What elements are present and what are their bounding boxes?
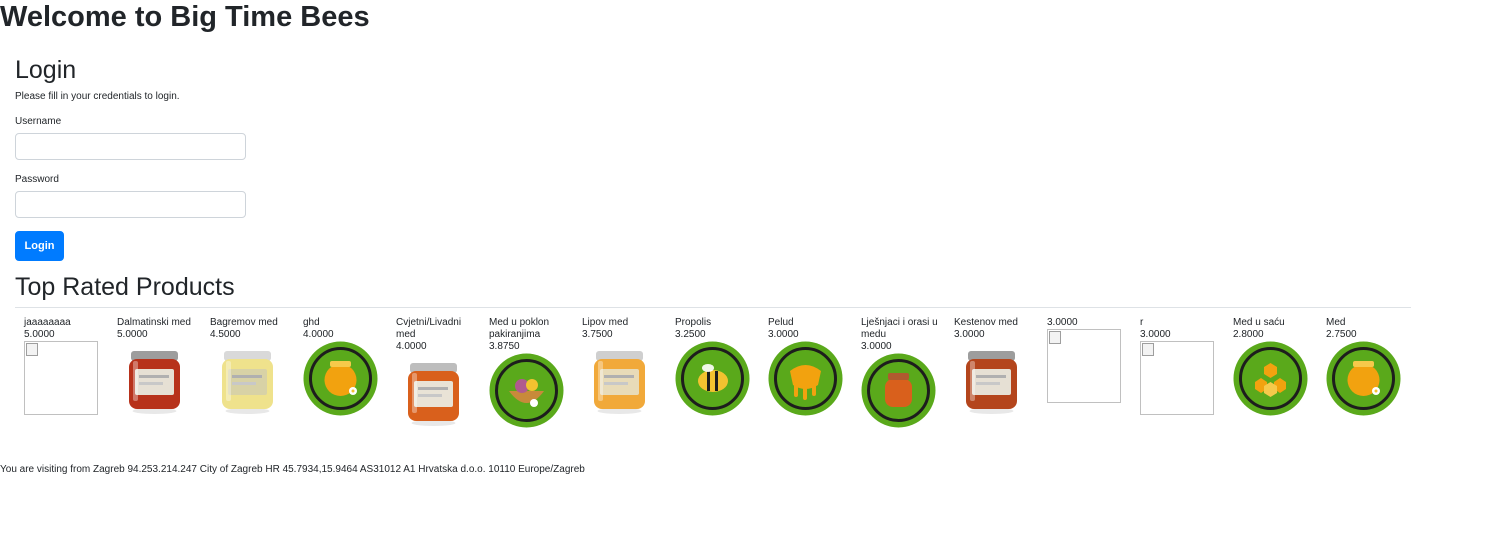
product-rating: 3.8750 [489, 341, 520, 352]
product-card[interactable]: Lipov med 3.7500 [582, 317, 662, 416]
product-card[interactable]: 3.0000 [1047, 317, 1127, 403]
login-header: Login Please fill in your credentials to… [15, 54, 315, 104]
password-input[interactable] [15, 191, 246, 218]
product-card[interactable]: Lješnjaci i orasi u medu 3.0000 [861, 317, 941, 428]
product-name: jaaaaaaaa [24, 317, 71, 328]
product-rating: 3.0000 [954, 329, 985, 340]
product-rating: 5.0000 [117, 329, 148, 340]
product-card[interactable]: Bagremov med 4.5000 [210, 317, 290, 416]
visitor-info: You are visiting from Zagreb 94.253.214.… [0, 464, 585, 475]
product-card[interactable]: Dalmatinski med 5.0000 [117, 317, 197, 416]
product-image[interactable] [675, 341, 750, 416]
product-rating: 3.0000 [861, 341, 892, 352]
product-name: Pelud [768, 317, 794, 328]
product-image[interactable] [768, 341, 843, 416]
site-title: Welcome to Big Time Bees [0, 1, 370, 33]
broken-image-icon[interactable] [1047, 329, 1121, 403]
product-image[interactable] [303, 341, 378, 416]
product-rating: 3.7500 [582, 329, 613, 340]
product-name: Lješnjaci i orasi u medu [861, 317, 938, 340]
product-card[interactable]: Med u saću 2.8000 [1233, 317, 1313, 416]
password-label: Password [15, 174, 59, 185]
product-image[interactable] [954, 341, 1029, 416]
product-rating: 4.5000 [210, 329, 241, 340]
product-rating: 3.0000 [1140, 329, 1171, 340]
product-name: ghd [303, 317, 320, 328]
product-name: Cvjetni/Livadni med [396, 317, 462, 340]
broken-image-icon[interactable] [1140, 341, 1214, 415]
product-name: r [1140, 317, 1144, 328]
product-rating: 3.0000 [1047, 317, 1078, 328]
product-card[interactable]: Kestenov med 3.0000 [954, 317, 1034, 416]
product-image[interactable] [396, 353, 471, 428]
products-divider [15, 307, 1411, 308]
product-image[interactable] [117, 341, 192, 416]
page: Welcome to Big Time Bees Login Please fi… [0, 0, 1491, 542]
product-card[interactable]: Cvjetni/Livadni med 4.0000 [396, 317, 476, 428]
product-card[interactable]: ghd 4.0000 [303, 317, 383, 416]
product-card[interactable]: r 3.0000 [1140, 317, 1220, 415]
product-card[interactable]: Med u poklon pakiranjima 3.8750 [489, 317, 569, 428]
product-card[interactable]: Propolis 3.2500 [675, 317, 755, 416]
username-input[interactable] [15, 133, 246, 160]
product-name: Med [1326, 317, 1346, 328]
product-image[interactable] [582, 341, 657, 416]
product-card[interactable]: Med 2.7500 [1326, 317, 1406, 416]
product-rating: 4.0000 [303, 329, 334, 340]
product-name: Kestenov med [954, 317, 1018, 328]
product-name: Bagremov med [210, 317, 278, 328]
product-rating: 5.0000 [24, 329, 55, 340]
product-rating: 2.7500 [1326, 329, 1357, 340]
product-name: Lipov med [582, 317, 629, 328]
product-rating: 2.8000 [1233, 329, 1264, 340]
login-hint: Please fill in your credentials to login… [15, 91, 180, 102]
product-card[interactable]: jaaaaaaaa 5.0000 [24, 317, 104, 415]
product-name: Med u poklon pakiranjima [489, 317, 550, 340]
products-title: Top Rated Products [15, 273, 235, 301]
login-button[interactable]: Login [15, 231, 64, 261]
product-image[interactable] [489, 353, 564, 428]
product-name: Med u saću [1233, 317, 1285, 328]
product-image[interactable] [1326, 341, 1401, 416]
username-label: Username [15, 116, 62, 127]
product-card[interactable]: Pelud 3.0000 [768, 317, 848, 416]
product-name: Dalmatinski med [117, 317, 191, 328]
product-rating: 4.0000 [396, 341, 427, 352]
product-image[interactable] [861, 353, 936, 428]
broken-image-icon[interactable] [24, 341, 98, 415]
product-image[interactable] [1233, 341, 1308, 416]
product-rating: 3.2500 [675, 329, 706, 340]
product-image[interactable] [210, 341, 285, 416]
product-name: Propolis [675, 317, 712, 328]
login-title: Login [15, 56, 77, 84]
product-rating: 3.0000 [768, 329, 799, 340]
